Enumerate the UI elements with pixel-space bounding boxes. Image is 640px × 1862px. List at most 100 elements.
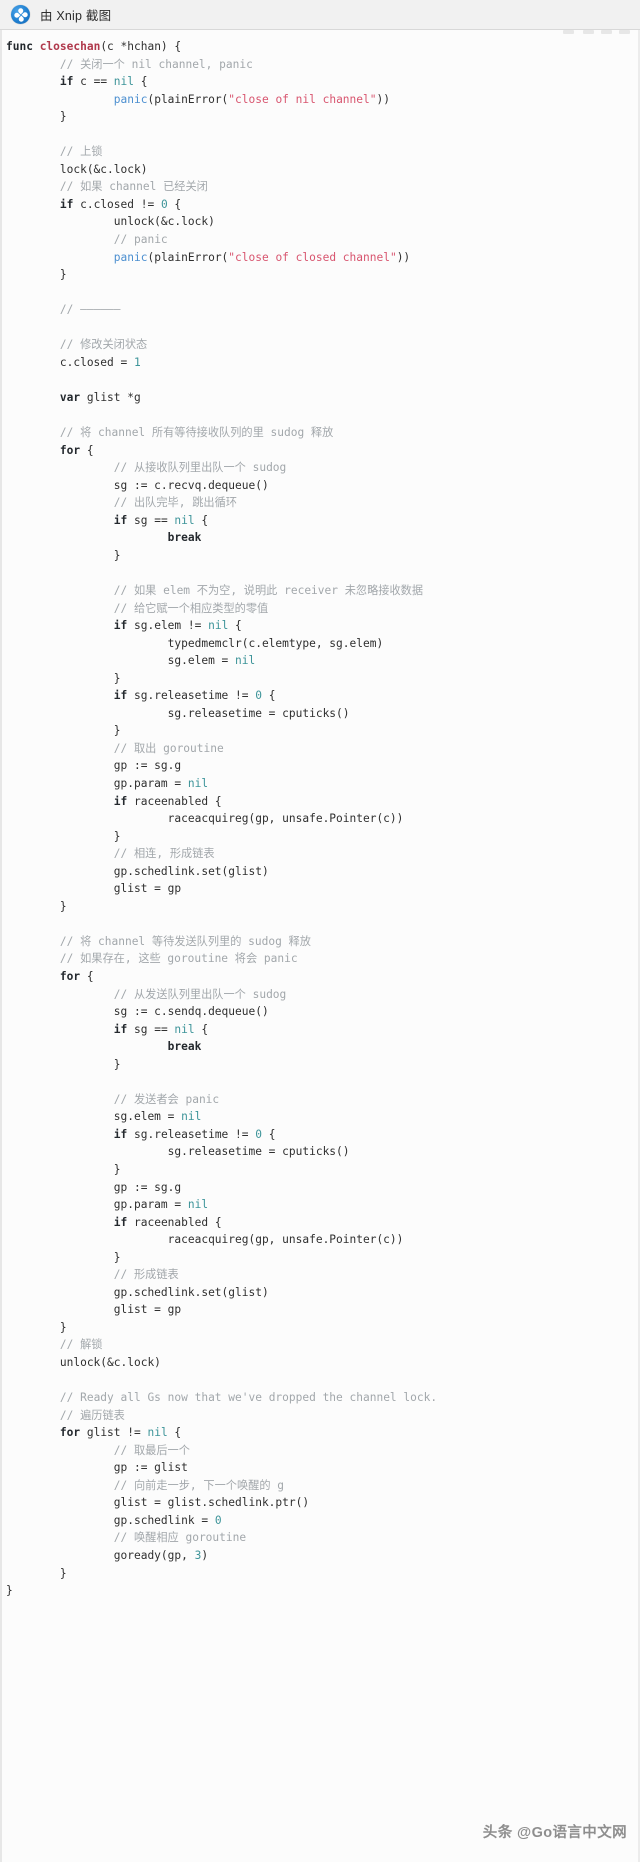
code-token: nil (208, 619, 229, 633)
code-token: unlock(&c.lock) (6, 1356, 161, 1370)
code-token: for (59, 443, 81, 457)
code-token: if (113, 513, 128, 527)
code-token: sg.elem != (127, 619, 209, 633)
code-token: // 向前走一步, 下一个唤醒的 g (113, 1478, 284, 1492)
code-token: for (59, 969, 81, 983)
code-token: // —————— (59, 303, 121, 317)
code-token: (plainError( (147, 250, 229, 264)
code-token: glist = glist.schedlink.ptr() (6, 1496, 310, 1510)
code-token: { (80, 969, 94, 983)
code-token: } (6, 671, 121, 685)
code-token: } (6, 268, 67, 282)
code-token: panic (113, 250, 148, 264)
code-token: { (167, 197, 182, 211)
code-token: sg.releasetime != (127, 689, 256, 703)
code-token: gp.schedlink = (6, 1513, 215, 1527)
code-token: // 如果 channel 已经关闭 (59, 180, 208, 194)
code-token: glist *g (80, 390, 141, 404)
code-token: nil (113, 75, 135, 89)
code-token: } (6, 1163, 121, 1176)
code-token: sg.releasetime = cputicks() (6, 1145, 350, 1159)
code-panel: func closechan(c *hchan) { // 关闭一个 nil c… (0, 30, 640, 1862)
code-token: func (6, 40, 40, 53)
code-token: typedmemclr(c.elemtype, sg.elem) (6, 636, 384, 650)
code-token: { (80, 443, 94, 457)
watermark: 头条 @Go语言中文网 (482, 1825, 627, 1841)
code-token: glist = gp (6, 882, 182, 896)
code-token: 1 (133, 355, 141, 369)
code-token: // 上锁 (59, 145, 103, 159)
code-token: // 出队完毕, 跳出循环 (113, 496, 237, 510)
code-token: { (194, 513, 209, 527)
xnip-logo-icon (11, 5, 30, 24)
code-token: // 取最后一个 (113, 1443, 190, 1457)
code-token: c == (73, 75, 114, 89)
code-token: { (167, 1426, 182, 1440)
code-token: // Ready all Gs now that we've dropped t… (59, 1391, 438, 1405)
code-token: (c *hchan) { (100, 40, 182, 53)
code-token: ) (201, 1549, 209, 1563)
code-token: var (59, 390, 81, 404)
code-token: } (6, 1057, 121, 1071)
code-token: } (6, 899, 67, 913)
code-token: // 遍历链表 (59, 1408, 125, 1422)
code-token: )) (376, 92, 390, 106)
code-token: // 解锁 (59, 1338, 103, 1352)
code-token: "close of nil channel" (228, 92, 377, 106)
code-token: panic (113, 92, 148, 106)
code-token: // 形成链表 (113, 1268, 179, 1282)
code-token: nil (174, 1022, 195, 1036)
code-token: raceenabled { (127, 1215, 222, 1229)
code-token: gp := glist (6, 1461, 188, 1475)
code-token: raceenabled { (127, 794, 222, 808)
code-token: // 将 channel 等待发送队列里的 sudog 释放 (59, 934, 311, 948)
code-token: if (113, 794, 128, 808)
code-token: unlock(&c.lock) (6, 215, 215, 229)
panel-left-edge (0, 30, 2, 1862)
code-token: } (6, 110, 67, 124)
code-token: gp.param = (6, 776, 188, 790)
code-token: { (228, 619, 242, 633)
code-token: gp.schedlink.set(glist) (6, 864, 269, 878)
code-token: // 将 channel 所有等待接收队列的里 sudog 释放 (59, 426, 334, 440)
code-token: raceacquireg(gp, unsafe.Pointer(c)) (6, 812, 404, 826)
code-token: glist != (80, 1426, 148, 1440)
code-token: (plainError( (147, 92, 229, 106)
code-token: if (113, 689, 128, 703)
code-token: gp.param = (6, 1198, 188, 1212)
code-token: } (6, 829, 121, 843)
code-token: goready(gp, (6, 1549, 195, 1563)
code-token: if (113, 619, 128, 633)
code-token: sg == (127, 513, 175, 527)
code-token: closechan (39, 40, 101, 53)
code-token: gp.schedlink.set(glist) (6, 1285, 269, 1299)
code-token: { (262, 689, 276, 703)
code-token: nil (147, 1426, 168, 1440)
code-token: // 取出 goroutine (113, 741, 224, 755)
titlebar: 由 Xnip 截图 (0, 0, 640, 30)
